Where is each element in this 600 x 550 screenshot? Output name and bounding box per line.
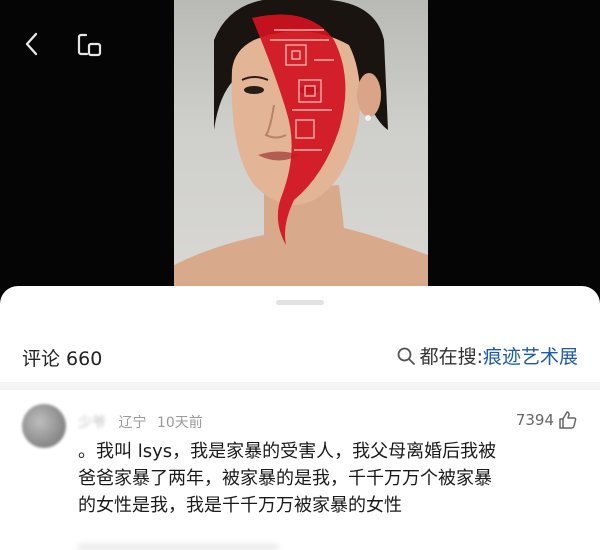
username[interactable]: 少爷 <box>78 415 106 431</box>
comment-item: 少爷 辽宁 10天前 7394 。我叫 lsys，我是家暴的受害人，我父母离婚后… <box>0 398 600 550</box>
avatar[interactable] <box>22 404 66 448</box>
search-label: 都在搜: <box>419 346 483 368</box>
comment-count: 评论 660 <box>22 348 103 370</box>
comment-location: 辽宁 <box>118 415 147 431</box>
next-comment-preview <box>78 544 278 550</box>
like-count: 7394 <box>515 411 554 429</box>
comment-time: 10天前 <box>156 415 203 431</box>
floating-window-icon <box>77 33 102 57</box>
floating-window-button[interactable] <box>74 30 104 60</box>
drag-handle[interactable] <box>276 300 324 305</box>
search-term[interactable]: 痕迹艺术展 <box>483 342 578 369</box>
video-area <box>0 0 600 300</box>
portrait-image <box>174 0 428 290</box>
section-divider <box>0 382 600 390</box>
comments-header: 评论 660 都在搜: 痕迹艺术展 <box>0 336 600 376</box>
search-icon <box>397 347 415 365</box>
like-button[interactable]: 7394 <box>516 410 578 430</box>
portrait-illustration <box>174 0 428 290</box>
chevron-left-icon <box>25 32 38 56</box>
thumbs-up-icon <box>559 411 577 429</box>
comment-text: 。我叫 lsys，我是家暴的受害人，我父母离婚后我被 爸爸家暴了两年，被家暴的是… <box>78 441 497 516</box>
comment-sheet: 评论 660 都在搜: 痕迹艺术展 少爷 辽宁 10天前 7394 。我叫 ls… <box>0 286 600 550</box>
comment-meta: 少爷 辽宁 10天前 <box>78 412 203 432</box>
back-button[interactable] <box>18 30 46 58</box>
trending-search-link[interactable]: 都在搜: 痕迹艺术展 <box>396 342 578 369</box>
